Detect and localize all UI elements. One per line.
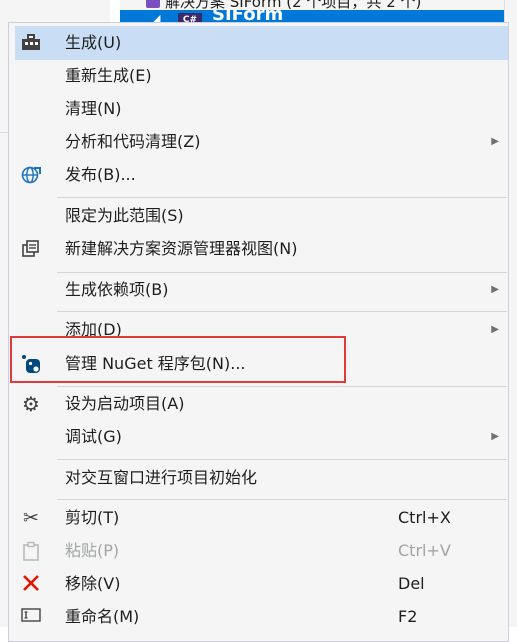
shortcut-label: Ctrl+V bbox=[398, 541, 451, 560]
scissors-icon: ✂ bbox=[23, 507, 39, 529]
menu-separator bbox=[57, 197, 507, 198]
menu-separator bbox=[57, 386, 507, 387]
new-view-icon bbox=[20, 239, 42, 259]
build-icon bbox=[20, 33, 42, 53]
menu-item-set-startup[interactable]: ⚙ 设为启动项目(A) bbox=[16, 388, 507, 420]
publish-globe-icon bbox=[20, 165, 42, 185]
menu-item-add[interactable]: 添加(D) ▶ bbox=[16, 314, 507, 346]
menu-item-new-explorer-view[interactable]: 新建解决方案资源管理器视图(N) bbox=[16, 233, 507, 265]
menu-item-build-dependencies[interactable]: 生成依赖项(B) ▶ bbox=[16, 274, 507, 306]
menu-item-label: 重新生成(E) bbox=[65, 66, 152, 85]
shortcut-label: Ctrl+X bbox=[398, 508, 451, 527]
menu-item-remove[interactable]: 移除(V) Del bbox=[16, 568, 507, 600]
gear-icon: ⚙ bbox=[22, 392, 40, 416]
solution-tree-row[interactable]: 解决方案 SIForm (2 个项目，共 2 个) bbox=[120, 0, 517, 10]
menu-item-label: 新建解决方案资源管理器视图(N) bbox=[65, 239, 298, 258]
menu-item-manage-nuget[interactable]: 管理 NuGet 程序包(N)... bbox=[16, 348, 507, 380]
menu-item-label: 限定为此范围(S) bbox=[65, 206, 184, 225]
submenu-arrow-icon: ▶ bbox=[491, 431, 499, 442]
shortcut-label: F2 bbox=[398, 607, 418, 626]
menu-item-label: 调试(G) bbox=[65, 427, 122, 446]
menu-item-label: 发布(B)... bbox=[65, 165, 136, 184]
nuget-icon bbox=[20, 354, 42, 374]
menu-item-scope-to-this[interactable]: 限定为此范围(S) bbox=[16, 200, 507, 232]
submenu-arrow-icon: ▶ bbox=[491, 136, 499, 147]
menu-item-label: 剪切(T) bbox=[65, 508, 120, 527]
menu-item-analyze-cleanup[interactable]: 分析和代码清理(Z) ▶ bbox=[16, 126, 507, 158]
clipboard-icon bbox=[20, 541, 42, 561]
menu-separator bbox=[57, 272, 507, 273]
menu-separator bbox=[57, 311, 507, 312]
remove-x-icon bbox=[20, 574, 42, 594]
submenu-arrow-icon: ▶ bbox=[491, 324, 499, 335]
menu-item-debug[interactable]: 调试(G) ▶ bbox=[16, 421, 507, 453]
context-menu: 生成(U) 重新生成(E) 清理(N) 分析和代码清理(Z) ▶ 发布(B)..… bbox=[8, 22, 509, 642]
menu-item-label: 对交互窗口进行项目初始化 bbox=[65, 468, 258, 487]
menu-item-label: 清理(N) bbox=[65, 99, 122, 118]
shortcut-label: Del bbox=[398, 574, 425, 593]
menu-item-rename[interactable]: 重命名(M) F2 bbox=[16, 601, 507, 633]
menu-item-label: 粘贴(P) bbox=[65, 541, 120, 560]
solution-label: 解决方案 SIForm (2 个项目，共 2 个) bbox=[165, 0, 422, 10]
menu-item-label: 生成依赖项(B) bbox=[65, 280, 169, 299]
menu-item-label: 重命名(M) bbox=[65, 607, 140, 626]
menu-item-init-interactive[interactable]: 对交互窗口进行项目初始化 bbox=[16, 462, 507, 494]
menu-item-clean[interactable]: 清理(N) bbox=[16, 93, 507, 125]
submenu-arrow-icon: ▶ bbox=[491, 284, 499, 295]
menu-item-cut[interactable]: ✂ 剪切(T) Ctrl+X bbox=[16, 502, 507, 534]
menu-item-label: 添加(D) bbox=[65, 320, 122, 339]
menu-item-build[interactable]: 生成(U) bbox=[15, 26, 508, 60]
menu-separator bbox=[57, 459, 507, 460]
menu-item-label: 分析和代码清理(Z) bbox=[65, 132, 201, 151]
solution-icon bbox=[146, 0, 160, 8]
menu-item-rebuild[interactable]: 重新生成(E) bbox=[16, 60, 507, 92]
menu-item-label: 设为启动项目(A) bbox=[65, 394, 185, 413]
menu-item-label: 移除(V) bbox=[65, 574, 121, 593]
rename-icon bbox=[20, 607, 42, 627]
menu-separator bbox=[57, 499, 507, 500]
menu-item-publish[interactable]: 发布(B)... bbox=[16, 159, 507, 191]
menu-item-label: 生成(U) bbox=[65, 33, 122, 52]
menu-item-paste[interactable]: 粘贴(P) Ctrl+V bbox=[16, 535, 507, 567]
menu-item-label: 管理 NuGet 程序包(N)... bbox=[65, 354, 246, 373]
